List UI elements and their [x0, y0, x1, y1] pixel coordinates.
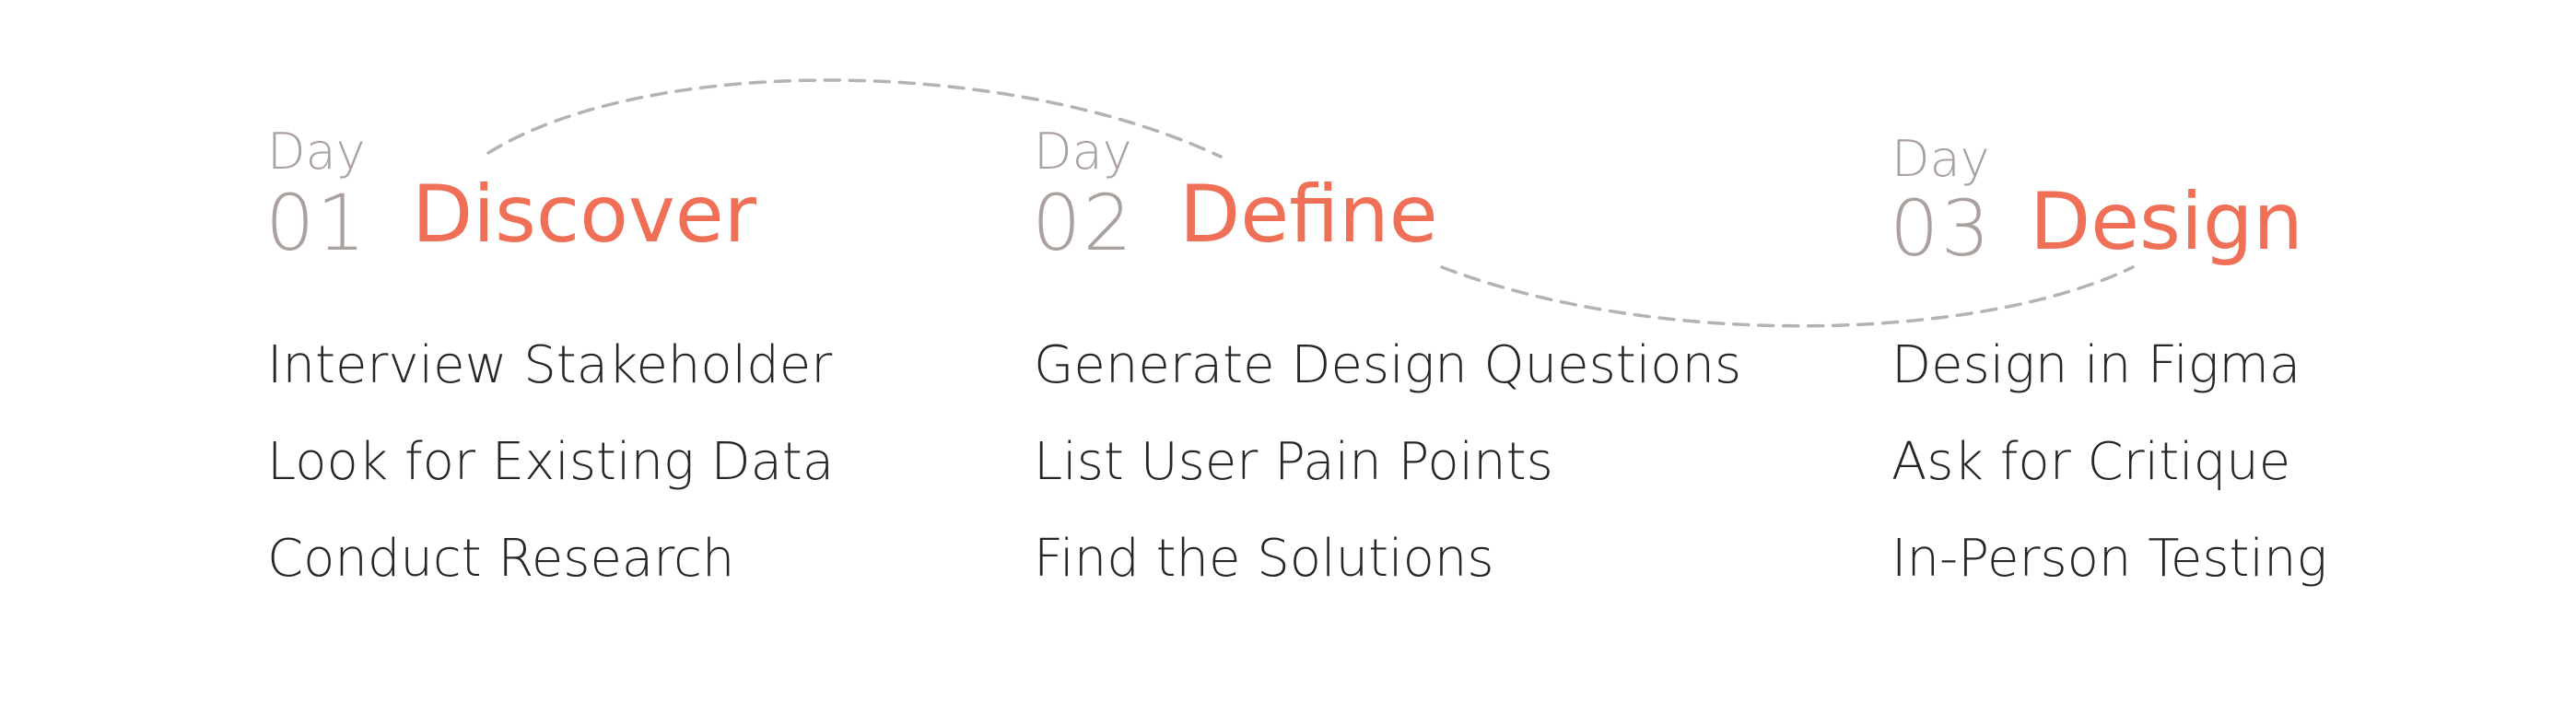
task-item: Design in Figma [1891, 335, 2301, 395]
task-item: In-Person Testing [1891, 529, 2328, 589]
phase-title: Design [2030, 176, 2303, 268]
day-number: 03 [1890, 183, 1992, 274]
phase-title: Define [1179, 169, 1438, 261]
task-list: Design in Figma Ask for Critique In-Pers… [1891, 317, 2327, 607]
task-item: Conduct Research [267, 529, 735, 589]
task-item: List User Pain Points [1034, 432, 1553, 492]
day-label: Day [1891, 130, 1990, 188]
task-item: Generate Design Questions [1034, 335, 1742, 395]
day-number: 02 [1032, 178, 1134, 268]
day-label: Day [1034, 123, 1132, 181]
task-item: Ask for Critique [1891, 432, 2291, 492]
task-item: Look for Existing Data [267, 432, 835, 492]
task-item: Interview Stakeholder [267, 335, 833, 395]
task-list: Interview Stakeholder Look for Existing … [267, 317, 834, 607]
phase-title: Discover [412, 169, 756, 261]
day-number: 01 [265, 178, 368, 268]
day-label: Day [267, 123, 366, 181]
task-item: Find the Solutions [1034, 529, 1494, 589]
task-list: Generate Design Questions List User Pain… [1034, 317, 1741, 607]
